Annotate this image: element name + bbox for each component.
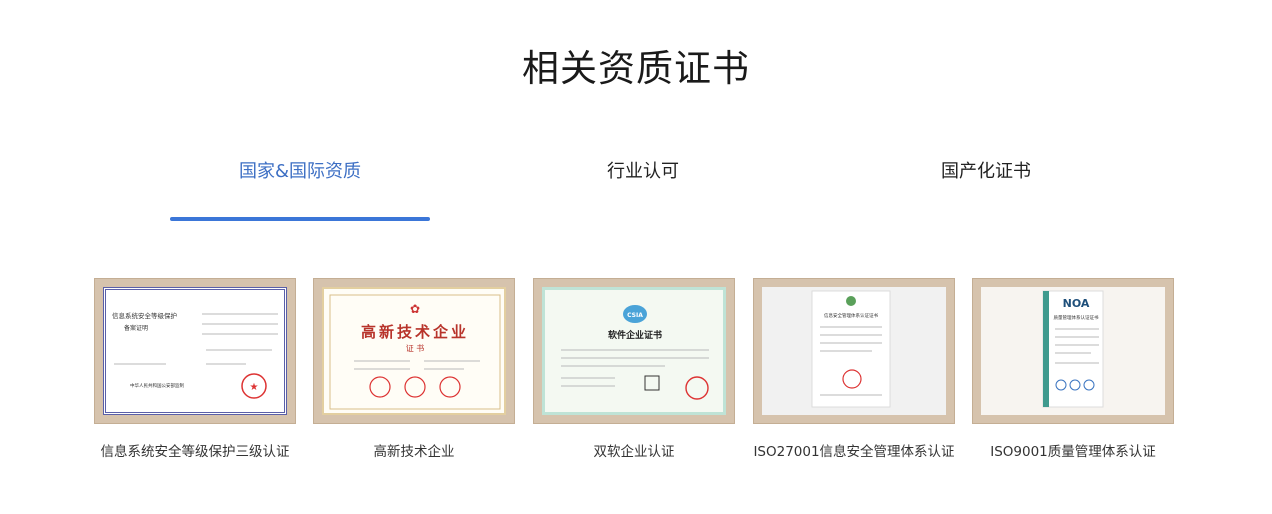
noa-logo: NOA — [1063, 297, 1090, 310]
cert-subheading: 证 书 — [406, 343, 425, 353]
certificate-caption: 高新技术企业 — [373, 444, 455, 460]
cert-heading: 质量管理体系认证证书 — [1054, 314, 1099, 321]
certificate-card-high-tech[interactable]: ✿ 高新技术企业 证 书 高新技术企业 — [313, 278, 515, 460]
certificate-card-software-enterprise[interactable]: CSIA 软件企业证书 双软企业认证 — [533, 278, 735, 460]
certificate-caption: 双软企业认证 — [593, 444, 675, 460]
cert-text-lines — [114, 313, 278, 365]
red-seal-icon — [439, 376, 461, 398]
certificate-caption: 信息系统安全等级保护三级认证 — [100, 444, 290, 460]
certificate-caption: ISO27001信息安全管理体系认证 — [753, 444, 955, 460]
certificate-card-mlps[interactable]: 信息系统安全等级保护 备案证明 中华人民共和国公安部监制 ★ 信息系统安全等级保… — [94, 278, 296, 460]
certificate-sheet — [811, 290, 891, 408]
cert-heading: 软件企业证书 — [608, 329, 662, 341]
certificate-frame: 信息安全管理体系认证证书 — [753, 278, 955, 424]
red-seal-icon — [369, 376, 391, 398]
cert-footer: 中华人民共和国公安部监制 — [130, 382, 184, 389]
cert-text-lines — [561, 349, 709, 387]
certificate-image-software-enterprise: CSIA 软件企业证书 — [542, 287, 726, 415]
certificate-image-high-tech: ✿ 高新技术企业 证 书 — [322, 287, 506, 415]
qr-code-icon — [644, 375, 660, 391]
tab-industry-recognition[interactable]: 行业认可 — [513, 157, 773, 183]
tab-domestic-certificates[interactable]: 国产化证书 — [856, 157, 1116, 183]
emblem-icon: ✿ — [410, 302, 420, 316]
cert-heading: 信息安全管理体系认证证书 — [824, 312, 878, 319]
cert-heading: 高新技术企业 — [361, 323, 469, 341]
certificate-frame: CSIA 软件企业证书 — [533, 278, 735, 424]
cert-logo-icon — [846, 296, 856, 306]
certificate-card-iso9001[interactable]: NOA 质量管理体系认证证书 ISO9001质量管理体系认证 — [972, 278, 1174, 460]
section-title: 相关资质证书 — [522, 47, 750, 90]
certificate-frame: NOA 质量管理体系认证证书 — [972, 278, 1174, 424]
certificate-frame: ✿ 高新技术企业 证 书 — [313, 278, 515, 424]
certificate-image-iso27001: 信息安全管理体系认证证书 — [762, 287, 946, 415]
cert-subheading: 备案证明 — [124, 324, 148, 332]
cert-heading: 信息系统安全等级保护 — [112, 311, 177, 320]
tab-national-international[interactable]: 国家&国际资质 — [170, 157, 430, 183]
certificate-caption: ISO9001质量管理体系认证 — [990, 444, 1156, 460]
certificate-image-iso9001: NOA 质量管理体系认证证书 — [981, 287, 1165, 415]
certificate-stripe — [1043, 291, 1049, 407]
seal-star-icon: ★ — [250, 382, 259, 393]
certificate-frame: 信息系统安全等级保护 备案证明 中华人民共和国公安部监制 ★ — [94, 278, 296, 424]
cert-text-lines — [354, 360, 480, 370]
red-seal-icon — [404, 376, 426, 398]
red-seal-icon — [685, 376, 709, 400]
cert-badge: CSIA — [627, 312, 643, 319]
certificate-image-mlps: 信息系统安全等级保护 备案证明 中华人民共和国公安部监制 ★ — [103, 287, 287, 415]
certificate-card-iso27001[interactable]: 信息安全管理体系认证证书 ISO27001信息安全管理体系认证 — [753, 278, 955, 460]
active-tab-indicator — [170, 217, 430, 221]
